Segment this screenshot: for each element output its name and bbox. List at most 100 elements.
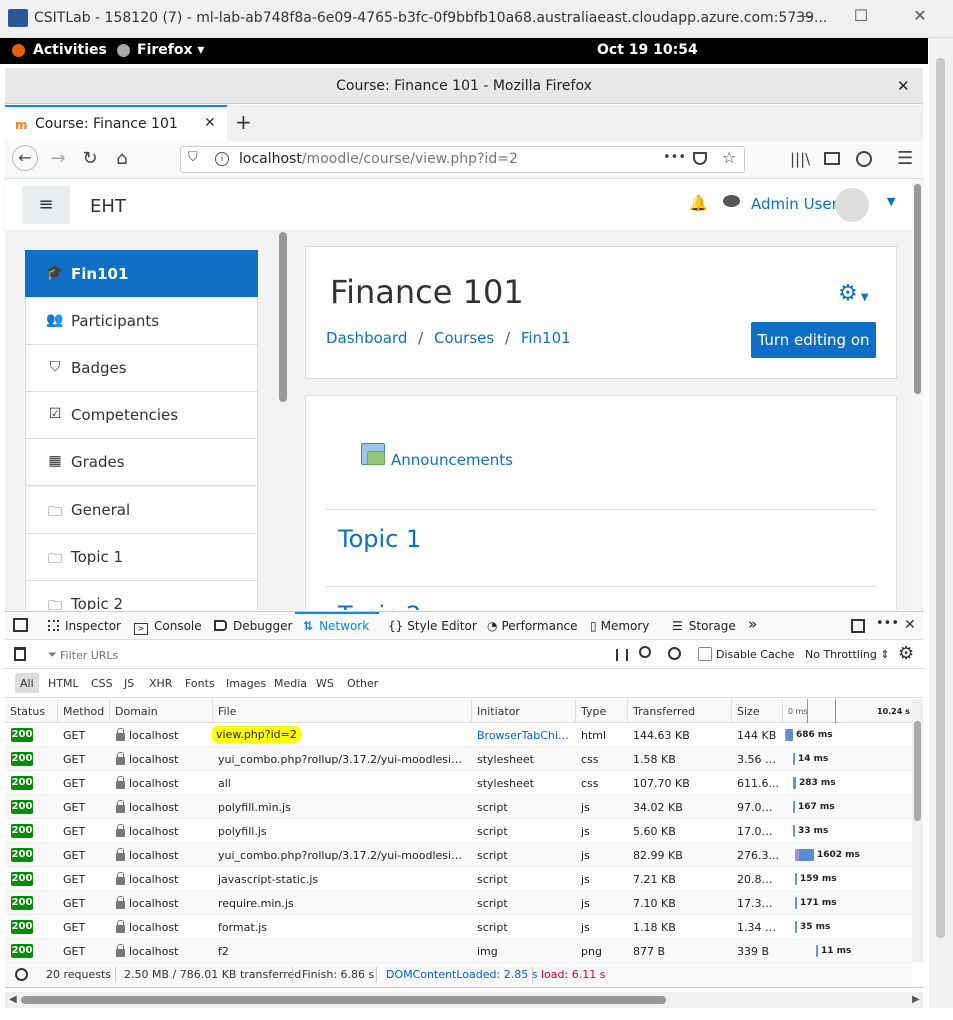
- new-tab-icon[interactable]: +: [235, 110, 252, 134]
- nav-item-general[interactable]: 🗀 General: [25, 487, 258, 534]
- nav-item-participants[interactable]: 👥 Participants: [25, 298, 258, 345]
- devtools-menu-icon[interactable]: •••: [876, 616, 899, 631]
- type-filter-xhr[interactable]: XHR: [149, 677, 172, 690]
- waterfall-scroll-thumb[interactable]: [914, 721, 921, 821]
- type-filter-css[interactable]: CSS: [91, 677, 113, 690]
- network-settings-gear-icon[interactable]: ⚙: [898, 643, 914, 664]
- type-filter-html[interactable]: HTML: [48, 677, 79, 690]
- tab-performance[interactable]: ◔ Performance: [487, 619, 578, 633]
- type-filter-all[interactable]: All: [20, 677, 34, 690]
- close-button[interactable]: ✕: [905, 6, 935, 25]
- rdp-vertical-scrollbar[interactable]: [929, 38, 953, 1008]
- nav-item-topic-2[interactable]: 🗀 Topic 2: [25, 581, 258, 610]
- tracking-shield-icon[interactable]: ⛉: [188, 150, 198, 165]
- breadcrumb-course[interactable]: Fin101: [521, 329, 571, 347]
- user-name[interactable]: Admin User: [751, 195, 838, 213]
- filter-urls-input[interactable]: [60, 645, 590, 665]
- page-scroll-thumb[interactable]: [914, 184, 921, 394]
- type-filter-other[interactable]: Other: [347, 677, 378, 690]
- col-domain[interactable]: Domain: [115, 705, 158, 718]
- throttling-select[interactable]: No Throttling ⇕: [805, 648, 890, 661]
- browser-tab[interactable]: m Course: Finance 101 ✕: [5, 105, 227, 141]
- tab-storage[interactable]: ☰ Storage: [672, 619, 736, 633]
- clear-trash-icon[interactable]: [14, 647, 26, 661]
- tab-console[interactable]: > Console: [134, 619, 202, 635]
- col-initiator[interactable]: Initiator: [477, 705, 520, 718]
- col-size[interactable]: Size: [737, 705, 760, 718]
- turn-editing-on-button[interactable]: Turn editing on: [751, 322, 876, 358]
- breadcrumb-courses[interactable]: Courses: [434, 329, 494, 347]
- devtools-close-icon[interactable]: ✕: [904, 617, 916, 633]
- account-icon[interactable]: [856, 151, 872, 167]
- horizontal-scrollbar[interactable]: ◀ ▶: [5, 992, 923, 1008]
- scroll-right-icon[interactable]: ▶: [912, 994, 920, 1005]
- horizontal-scroll-thumb[interactable]: [21, 996, 666, 1004]
- rdp-scroll-thumb[interactable]: [936, 58, 945, 938]
- site-name[interactable]: EHT: [90, 196, 126, 217]
- type-filter-ws[interactable]: WS: [316, 677, 334, 690]
- library-icon[interactable]: |||\: [790, 150, 810, 168]
- waterfall-scrollbar[interactable]: [912, 699, 923, 962]
- col-method[interactable]: Method: [63, 705, 104, 718]
- topic-1-heading[interactable]: Topic 1: [338, 525, 421, 553]
- more-tools-icon[interactable]: »: [748, 615, 757, 633]
- col-type[interactable]: Type: [581, 705, 606, 718]
- maximize-button[interactable]: ☐: [846, 6, 876, 25]
- waterfall-time: 167 ms: [798, 802, 835, 812]
- firefox-app-menu[interactable]: Firefox ▾: [137, 42, 204, 58]
- topic-2-heading[interactable]: Topic 2: [338, 601, 421, 610]
- tab-network[interactable]: ⇅ Network: [303, 619, 369, 633]
- nav-item-topic-1[interactable]: 🗀 Topic 1: [25, 534, 258, 581]
- col-status[interactable]: Status: [10, 705, 45, 718]
- type-filter-media[interactable]: Media: [274, 677, 307, 690]
- tab-inspector[interactable]: Inspector: [48, 619, 121, 633]
- request-size: 17.09 ...: [737, 825, 779, 838]
- dock-mode-icon[interactable]: [851, 619, 865, 633]
- pocket-icon[interactable]: [693, 152, 707, 165]
- url-bar[interactable]: ⛉ i localhost/moodle/course/view.php?id=…: [180, 146, 745, 173]
- tab-close-icon[interactable]: ✕: [204, 115, 216, 131]
- hamburger-menu-icon[interactable]: ☰: [897, 148, 913, 169]
- announcements-link[interactable]: Announcements: [391, 451, 513, 469]
- col-file[interactable]: File: [218, 705, 236, 718]
- nav-item-fin101[interactable]: 🎓 Fin101: [25, 250, 258, 297]
- drawer-toggle-button[interactable]: ≡: [22, 186, 70, 224]
- nav-item-badges[interactable]: ⛉ Badges: [25, 345, 258, 392]
- url-text[interactable]: localhost/moodle/course/view.php?id=2: [239, 151, 518, 167]
- back-icon[interactable]: ←: [12, 145, 38, 171]
- page-scrollbar[interactable]: [912, 180, 923, 610]
- settings-gear-icon[interactable]: ⚙ ▼: [838, 281, 869, 306]
- nav-item-grades[interactable]: ▦ Grades: [25, 439, 258, 486]
- nav-item-competencies[interactable]: ☑ Competencies: [25, 392, 258, 439]
- messages-icon[interactable]: [723, 195, 740, 207]
- notification-bell-icon[interactable]: 🔔: [689, 194, 708, 212]
- type-filter-fonts[interactable]: Fonts: [185, 677, 215, 690]
- minimize-button[interactable]: —: [789, 6, 819, 25]
- activities-button[interactable]: Activities: [33, 42, 107, 58]
- type-filter-js[interactable]: JS: [124, 677, 134, 690]
- search-icon[interactable]: [639, 646, 651, 658]
- type-filter-images[interactable]: Images: [226, 677, 266, 690]
- scroll-left-icon[interactable]: ◀: [9, 994, 17, 1005]
- element-picker-icon[interactable]: [13, 618, 28, 632]
- avatar[interactable]: [835, 188, 869, 222]
- window-close-icon[interactable]: ✕: [897, 77, 910, 95]
- pause-icon[interactable]: ❙❙: [612, 647, 632, 661]
- forward-icon[interactable]: →: [45, 148, 71, 169]
- sidebar-icon[interactable]: [824, 152, 840, 165]
- home-icon[interactable]: ⌂: [109, 148, 135, 169]
- col-transferred[interactable]: Transferred: [633, 705, 695, 718]
- drawer-scrollbar[interactable]: [279, 232, 287, 402]
- user-menu-caret-icon[interactable]: ▼: [887, 195, 895, 208]
- tab-memory[interactable]: ▯ Memory: [590, 619, 649, 633]
- page-actions-icon[interactable]: •••: [663, 150, 686, 165]
- block-icon[interactable]: [668, 647, 681, 660]
- clock[interactable]: Oct 19 10:54: [597, 42, 698, 58]
- breadcrumb-dashboard[interactable]: Dashboard: [326, 329, 407, 347]
- reload-icon[interactable]: ↻: [77, 148, 103, 169]
- site-info-icon[interactable]: i: [215, 152, 229, 166]
- tab-debugger[interactable]: Debugger: [214, 619, 292, 633]
- tab-style-editor[interactable]: {} Style Editor: [388, 619, 477, 633]
- bookmark-star-icon[interactable]: ☆: [722, 148, 736, 167]
- disable-cache-checkbox[interactable]: [698, 647, 712, 661]
